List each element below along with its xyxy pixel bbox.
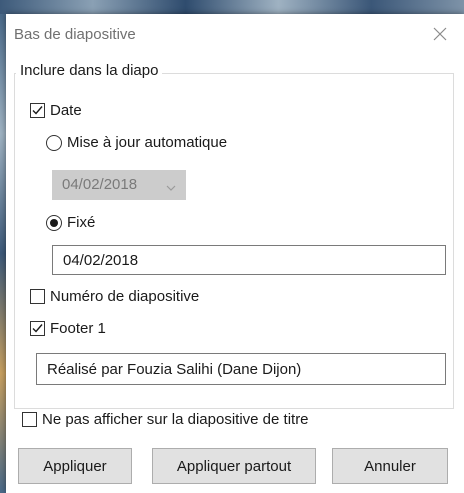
auto-update-radio[interactable] xyxy=(46,134,62,151)
auto-date-value: 04/02/2018 xyxy=(62,176,138,193)
cancel-button[interactable]: Annuler xyxy=(332,448,448,484)
include-group-label: Inclure dans la diapo xyxy=(16,62,163,79)
desktop-background xyxy=(0,0,464,14)
header-footer-dialog: Bas de diapositive Inclure dans la diapo… xyxy=(6,14,464,493)
dialog-titlebar: Bas de diapositive xyxy=(6,14,464,58)
hide-on-title-label: Ne pas afficher sur la diapositive de ti… xyxy=(42,411,309,428)
auto-date-dropdown[interactable]: 04/02/2018 xyxy=(52,170,186,200)
slide-number-checkbox[interactable] xyxy=(30,289,45,304)
date-label: Date xyxy=(50,102,82,119)
fixed-label: Fixé xyxy=(67,214,96,231)
radio-selected-dot xyxy=(50,218,58,227)
fixed-date-value: 04/02/2018 xyxy=(63,252,139,269)
auto-update-option[interactable]: Mise à jour automatique xyxy=(46,134,227,151)
footer-text-input[interactable]: Réalisé par Fouzia Salihi (Dane Dijon) xyxy=(36,353,446,385)
date-checkbox[interactable] xyxy=(30,103,45,118)
fixed-date-input[interactable]: 04/02/2018 xyxy=(52,245,446,275)
footer-label: Footer 1 xyxy=(50,320,106,337)
footer-text-value: Réalisé par Fouzia Salihi (Dane Dijon) xyxy=(47,361,302,378)
apply-all-button[interactable]: Appliquer partout xyxy=(152,448,316,484)
dialog-title: Bas de diapositive xyxy=(14,26,136,43)
chevron-down-icon xyxy=(166,180,176,191)
footer-option[interactable]: Footer 1 xyxy=(30,320,106,337)
date-option[interactable]: Date xyxy=(30,102,82,119)
hide-on-title-checkbox[interactable] xyxy=(22,412,37,427)
auto-update-label: Mise à jour automatique xyxy=(67,134,228,151)
slide-number-label: Numéro de diapositive xyxy=(50,288,200,305)
apply-button[interactable]: Appliquer xyxy=(18,448,132,484)
close-icon[interactable] xyxy=(432,26,448,42)
slide-number-option[interactable]: Numéro de diapositive xyxy=(30,288,199,305)
hide-on-title-option[interactable]: Ne pas afficher sur la diapositive de ti… xyxy=(22,411,309,428)
footer-checkbox[interactable] xyxy=(30,321,45,336)
fixed-radio[interactable] xyxy=(46,214,62,231)
fixed-option[interactable]: Fixé xyxy=(46,214,95,231)
